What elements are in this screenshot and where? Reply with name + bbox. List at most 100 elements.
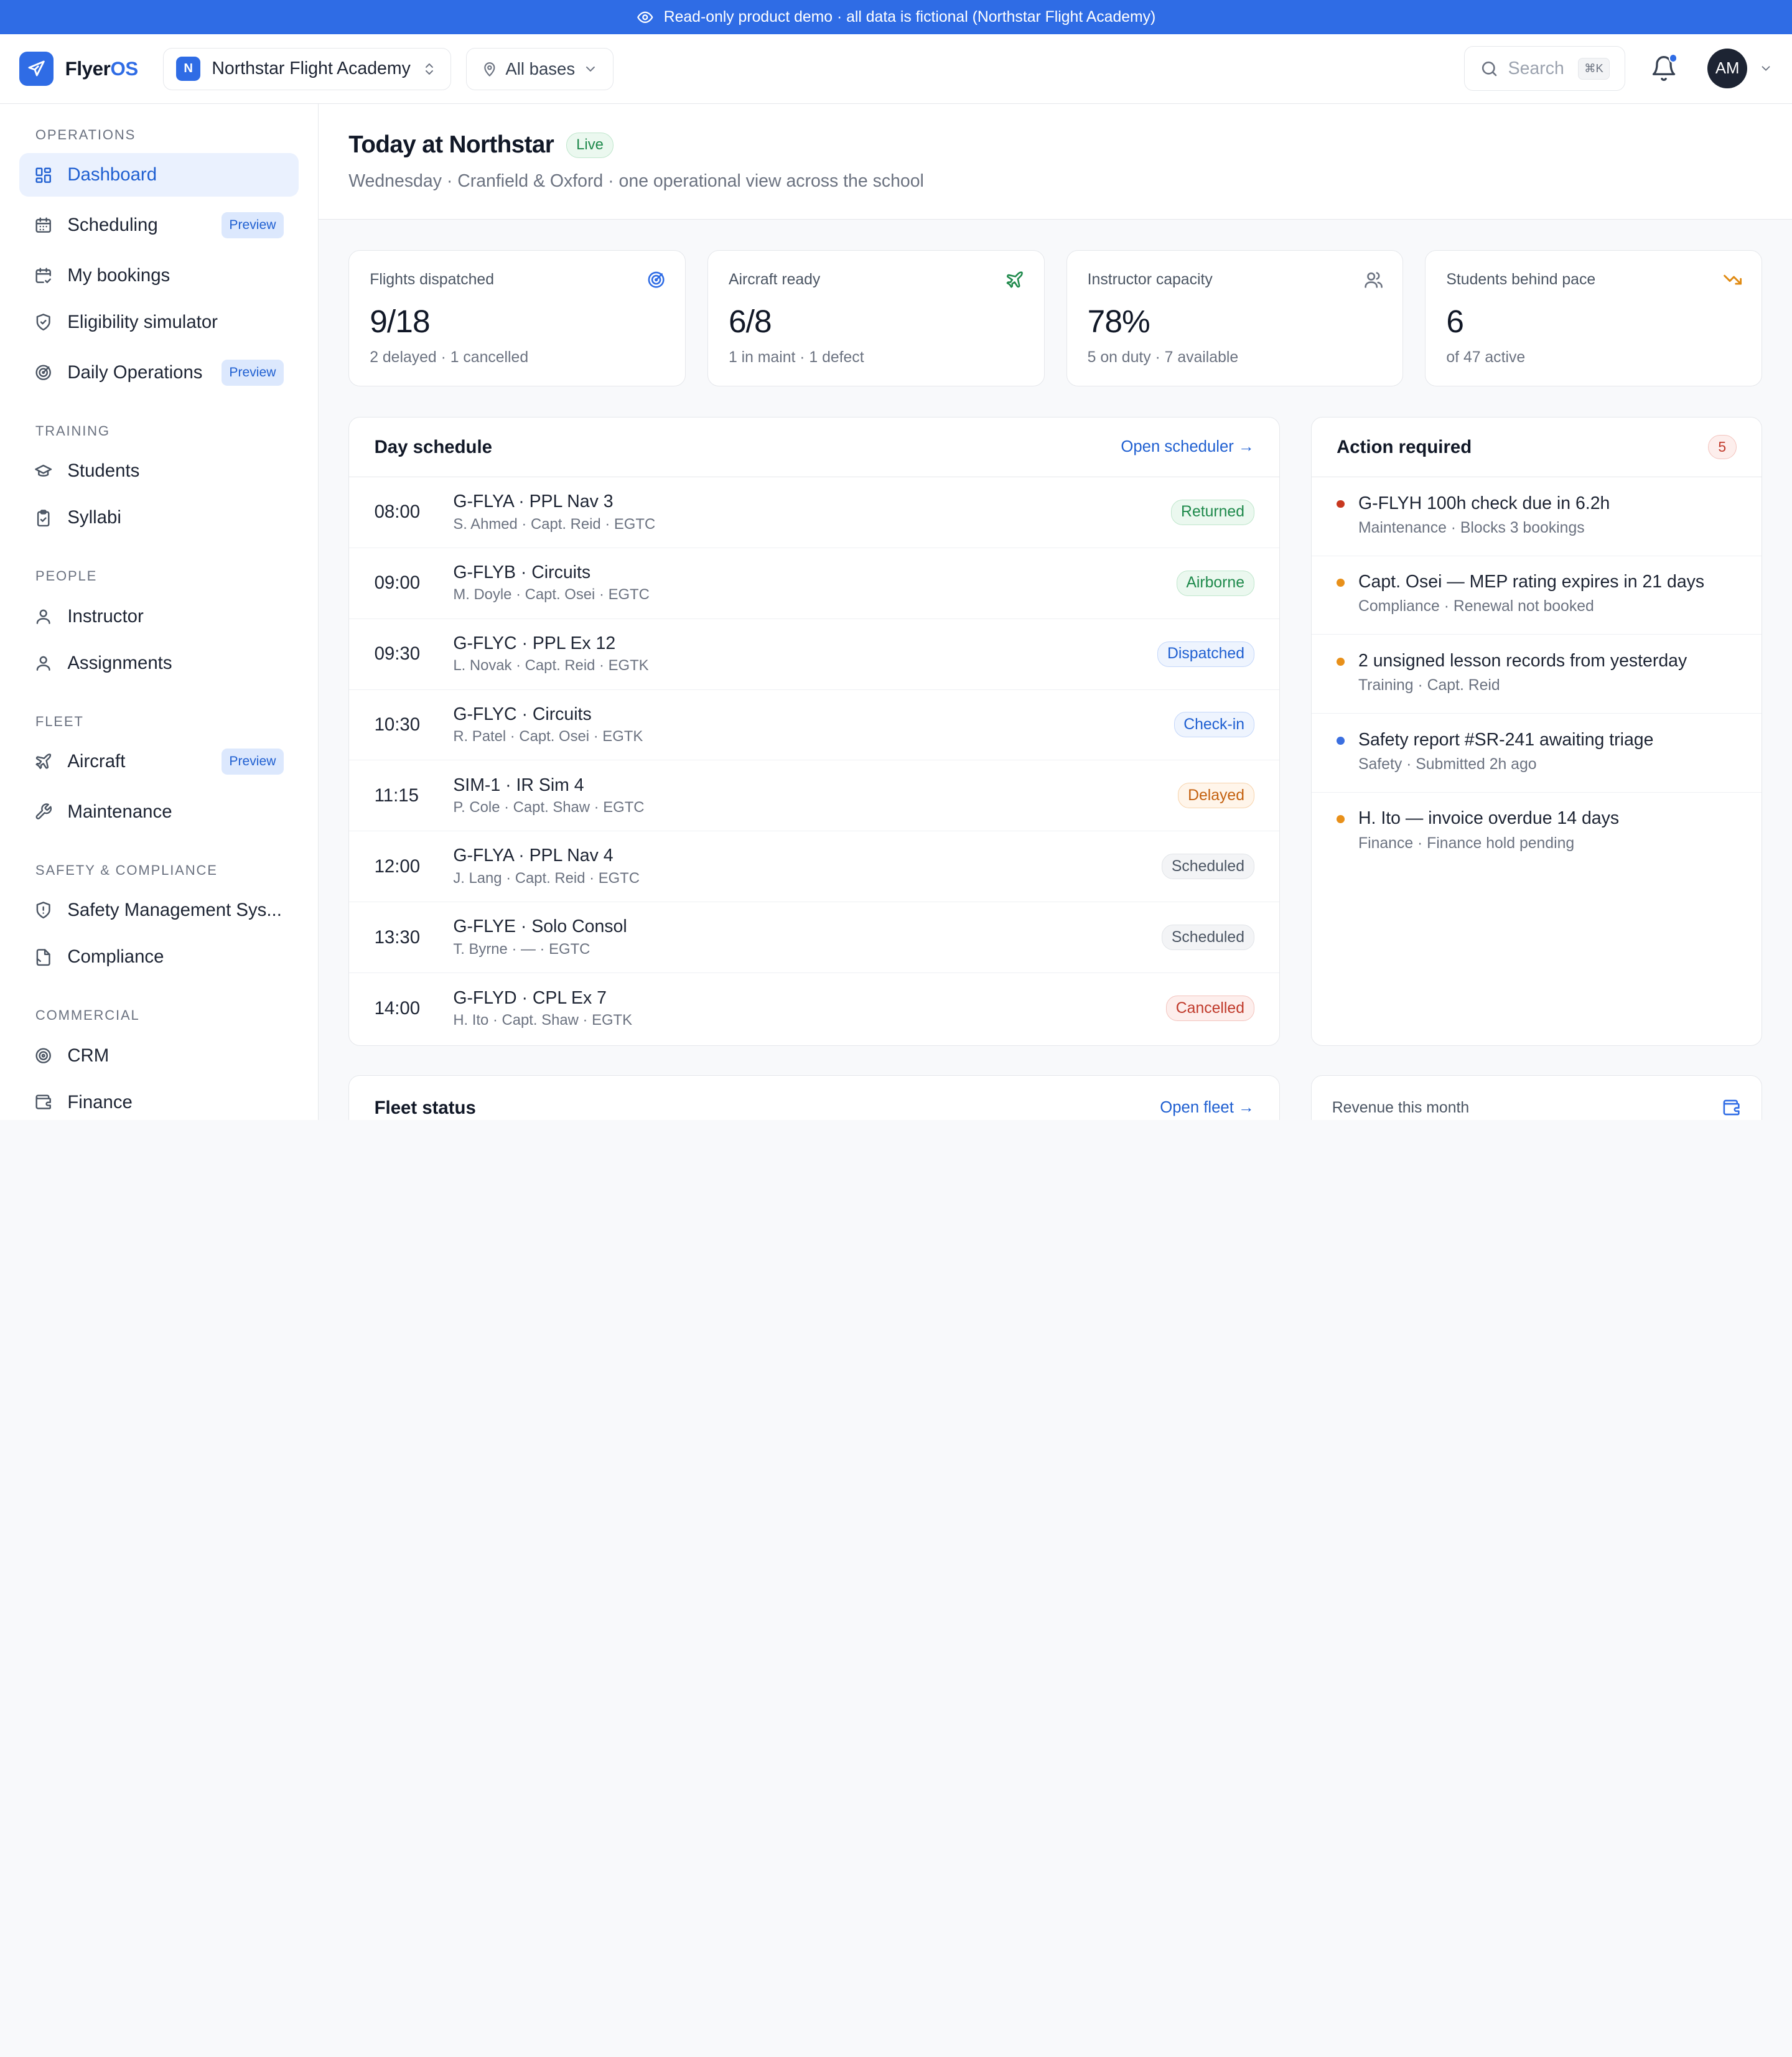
sidebar-item-label: Instructor xyxy=(67,605,144,627)
kpi-subtext: 5 on duty · 7 available xyxy=(1087,348,1239,366)
schedule-title: G-FLYD · CPL Ex 7 xyxy=(453,987,607,1008)
top-bar: FlyerOS N Northstar Flight Academy All b… xyxy=(0,34,1792,105)
page-header: Today at Northstar Live Wednesday · Cran… xyxy=(319,104,1792,220)
preview-badge: Preview xyxy=(221,748,284,775)
sidebar-item-scheduling[interactable]: Scheduling Preview xyxy=(19,203,299,247)
kpi-value: 6 xyxy=(1446,303,1464,340)
sidebar-item-label: Safety Management Sys... xyxy=(67,900,282,921)
sidebar-item-maintenance[interactable]: Maintenance xyxy=(19,790,299,834)
schedule-details: SIM-1 · IR Sim 4 P. Cole · Capt. Shaw · E… xyxy=(453,775,1178,817)
sidebar-item-label: Maintenance xyxy=(67,801,172,822)
page-title: Today at Northstar xyxy=(348,131,554,159)
sidebar-item-students[interactable]: Students xyxy=(19,449,299,493)
schedule-row[interactable]: 09:00 G-FLYB · Circuits M. Doyle · Capt. O… xyxy=(349,548,1280,619)
card-title: Action required xyxy=(1337,436,1472,457)
priority-dot xyxy=(1337,579,1345,587)
org-name: Northstar Flight Academy xyxy=(212,58,411,79)
sidebar-item-compliance[interactable]: Compliance xyxy=(19,935,299,979)
sidebar-item-assignments[interactable]: Assignments xyxy=(19,641,299,685)
card-header: Day schedule Open scheduler → xyxy=(349,417,1280,477)
kpi-card-aircraft-ready[interactable]: Aircraft ready 6/8 1 in maint · 1 defect xyxy=(707,250,1045,386)
sidebar: OPERATIONS Dashboard Scheduling Preview … xyxy=(0,104,319,1120)
priority-dot xyxy=(1337,500,1345,508)
open-fleet-link[interactable]: Open fleet → xyxy=(1160,1099,1254,1117)
sidebar-item-dashboard[interactable]: Dashboard xyxy=(19,153,299,197)
card-header: Fleet status Open fleet → xyxy=(349,1076,1279,1120)
radar-icon xyxy=(35,365,52,381)
sidebar-item-my-bookings[interactable]: My bookings xyxy=(19,254,299,297)
revenue-card: Revenue this month xyxy=(1310,1075,1763,1120)
sidebar-item-label: Aircraft xyxy=(67,751,126,772)
search-placeholder: Search xyxy=(1508,58,1564,78)
avatar[interactable]: AM xyxy=(1707,49,1748,89)
chevron-down-icon[interactable] xyxy=(1759,62,1773,75)
schedule-title: G-FLYA · PPL Nav 3 xyxy=(453,492,614,512)
sidebar-item-aircraft[interactable]: Aircraft Preview xyxy=(19,740,299,783)
plane-icon xyxy=(1006,271,1024,289)
user-icon xyxy=(36,656,50,671)
action-list: G-FLYH 100h check due in 6.2h Maintenance… xyxy=(1311,477,1762,872)
plane-icon xyxy=(35,753,52,770)
banner-text: Read-only product demo · all data is fic… xyxy=(663,8,1156,26)
kpi-card-students-behind-pace[interactable]: Students behind pace 6 of 47 active xyxy=(1425,250,1763,386)
action-item[interactable]: Safety report #SR-241 awaiting triage Saf… xyxy=(1311,714,1762,793)
search-input[interactable]: Search ⌘K xyxy=(1463,46,1625,91)
schedule-title: G-FLYB · Circuits xyxy=(453,562,591,582)
kpi-subtext: 2 delayed · 1 cancelled xyxy=(370,348,529,366)
sidebar-item-syllabi[interactable]: Syllabi xyxy=(19,497,299,540)
logo[interactable]: FlyerOS xyxy=(19,52,138,86)
notifications-button[interactable] xyxy=(1650,54,1678,82)
action-title: H. Ito — invoice overdue 14 days xyxy=(1358,808,1620,829)
top-right-controls: Search ⌘K AM xyxy=(1463,34,1773,103)
kpi-label: Aircraft ready xyxy=(728,271,821,289)
eye-icon xyxy=(637,11,653,23)
action-title: 2 unsigned lesson records from yesterday xyxy=(1358,651,1687,671)
schedule-subtitle: T. Byrne · — · EGTC xyxy=(453,940,590,958)
base-filter[interactable]: All bases xyxy=(465,47,614,90)
action-item[interactable]: 2 unsigned lesson records from yesterday… xyxy=(1311,635,1762,714)
schedule-row[interactable]: 08:00 G-FLYA · PPL Nav 3 S. Ahmed · Capt. … xyxy=(349,477,1280,548)
card-title: Day schedule xyxy=(374,436,492,457)
sidebar-item-eligibility-simulator[interactable]: Eligibility simulator xyxy=(19,301,299,344)
revenue-label: Revenue this month xyxy=(1332,1099,1470,1116)
sidebar-item-daily-operations[interactable]: Daily Operations Preview xyxy=(19,351,299,394)
chevron-up-down-icon xyxy=(426,63,434,75)
schedule-row[interactable]: 09:30 G-FLYC · PPL Ex 12 L. Novak · Capt. … xyxy=(349,619,1280,690)
action-title: Capt. Osei — MEP rating expires in 21 da… xyxy=(1358,572,1705,592)
status-badge: Check-in xyxy=(1174,712,1254,738)
status-badge: Delayed xyxy=(1178,783,1254,809)
page-subtitle: Wednesday · Cranfield & Oxford · one ope… xyxy=(348,171,924,192)
schedule-details: G-FLYE · Solo Consol T. Byrne · — · EGTC xyxy=(453,917,1162,958)
card-header: Revenue this month xyxy=(1312,1076,1762,1120)
open-scheduler-link[interactable]: Open scheduler → xyxy=(1121,438,1254,456)
action-item[interactable]: H. Ito — invoice overdue 14 days Finance … xyxy=(1312,793,1762,872)
kpi-card-flights-dispatched[interactable]: Flights dispatched 9/18 2 delayed · 1 ca… xyxy=(348,250,686,386)
sidebar-item-safety-management[interactable]: Safety Management Sys... xyxy=(19,889,299,932)
action-details: Safety report #SR-241 awaiting triage Saf… xyxy=(1358,730,1653,792)
sidebar-item-crm[interactable]: CRM xyxy=(19,1034,299,1078)
user-icon xyxy=(36,609,50,624)
schedule-details: G-FLYC · PPL Ex 12 L. Novak · Capt. Reid … xyxy=(453,633,1157,675)
kpi-value: 78% xyxy=(1087,303,1150,340)
action-subtitle: Safety · Submitted 2h ago xyxy=(1358,755,1537,773)
priority-dot xyxy=(1337,736,1345,745)
schedule-row[interactable]: 11:15 SIM-1 · IR Sim 4 P. Cole · Capt. Sha… xyxy=(349,760,1280,832)
sidebar-item-label: Eligibility simulator xyxy=(67,312,218,333)
sidebar-item-label: CRM xyxy=(67,1045,110,1066)
schedule-row[interactable]: 14:00 G-FLYD · CPL Ex 7 H. Ito · Capt. Sha… xyxy=(349,973,1279,1044)
action-item[interactable]: Capt. Osei — MEP rating expires in 21 da… xyxy=(1311,556,1762,635)
sidebar-item-finance[interactable]: Finance xyxy=(19,1081,299,1120)
org-switcher[interactable]: N Northstar Flight Academy xyxy=(163,47,452,90)
sidebar-section-training: TRAINING xyxy=(35,422,110,439)
sidebar-item-instructor[interactable]: Instructor xyxy=(19,595,299,638)
search-icon xyxy=(1482,61,1497,76)
schedule-subtitle: S. Ahmed · Capt. Reid · EGTC xyxy=(453,515,656,533)
schedule-row[interactable]: 13:30 G-FLYE · Solo Consol T. Byrne · — · … xyxy=(349,902,1280,973)
action-item[interactable]: G-FLYH 100h check due in 6.2h Maintenance… xyxy=(1311,477,1762,556)
sidebar-section-people: PEOPLE xyxy=(35,568,98,584)
schedule-row[interactable]: 12:00 G-FLYA · PPL Nav 4 J. Lang · Capt. R… xyxy=(349,831,1280,903)
kpi-card-instructor-capacity[interactable]: Instructor capacity 78% 5 on duty · 7 av… xyxy=(1066,250,1404,386)
schedule-details: G-FLYB · Circuits M. Doyle · Capt. Osei ·… xyxy=(453,562,1176,604)
sidebar-item-label: Syllabi xyxy=(67,507,121,528)
schedule-row[interactable]: 10:30 G-FLYC · Circuits R. Patel · Capt. O… xyxy=(349,690,1280,761)
